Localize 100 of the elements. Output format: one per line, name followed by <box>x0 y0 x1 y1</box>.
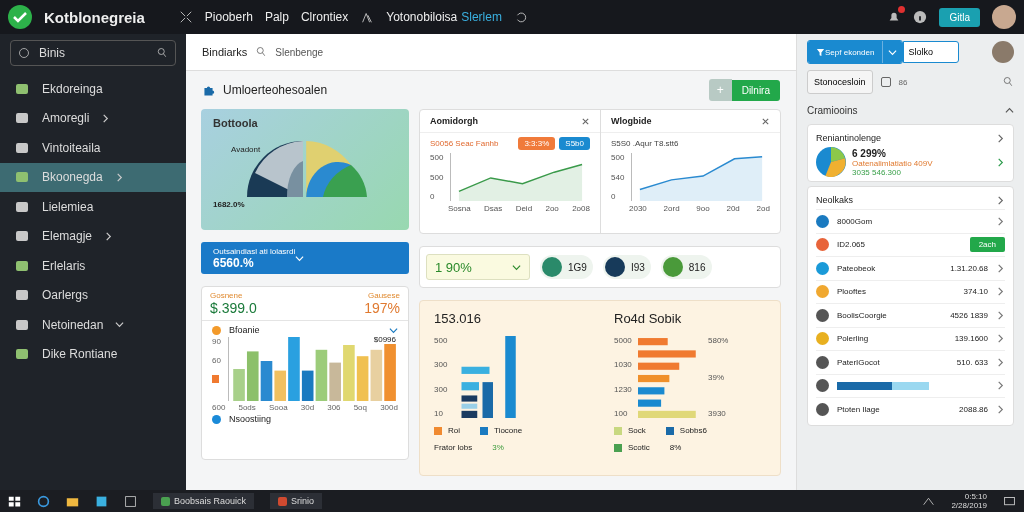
legend-label: Scotic <box>628 443 650 452</box>
value-dropdown[interactable]: 1 90% <box>426 254 530 280</box>
sidebar-item[interactable]: Lielemiea <box>0 192 186 222</box>
card-value: 153.016 <box>434 311 482 326</box>
axis-label: 60 <box>212 356 222 365</box>
axis-label: 5000 <box>614 336 633 345</box>
chevron-icon[interactable] <box>996 133 1005 143</box>
stat-label: Gosnene <box>210 291 244 300</box>
sidebar-item[interactable]: Bkoonegda <box>0 162 186 192</box>
puzzle-icon <box>202 83 215 97</box>
section-header[interactable]: Cramiooins <box>807 100 1014 120</box>
stat-label: Gausese <box>367 291 400 300</box>
footer-value: 3% <box>492 443 504 452</box>
taskbar-app[interactable]: Srinio <box>270 493 323 509</box>
axis-label: Deid <box>515 204 533 213</box>
list-row[interactable]: Plooftes 374.10 <box>816 279 1005 303</box>
list-row[interactable]: PaterIGocot 510. 633 <box>816 350 1005 374</box>
card-title: Wlogbide <box>611 116 652 126</box>
stat-chip[interactable]: 1G9 <box>540 255 593 279</box>
axis-label: 500 <box>430 153 445 162</box>
search-icon[interactable] <box>156 47 168 59</box>
avatar-icon[interactable] <box>992 41 1014 63</box>
axis-label: 2o08 <box>572 204 590 213</box>
expand-icon[interactable] <box>178 10 193 24</box>
axis-label: 540 <box>611 172 626 182</box>
list-row[interactable]: Polerling 139.1600 <box>816 326 1005 350</box>
axis-label: Sooa <box>268 403 288 412</box>
user-link[interactable]: Slerlem <box>461 10 502 24</box>
legend-label: Sock <box>628 426 646 435</box>
search-field[interactable]: Binis <box>10 40 176 66</box>
stat-chip[interactable]: 816 <box>660 255 712 279</box>
close-icon[interactable] <box>581 116 590 126</box>
tab[interactable]: Stonocesloin <box>807 70 873 94</box>
avatar-icon[interactable] <box>992 5 1016 29</box>
breadcrumb[interactable]: Bindiarks <box>202 46 248 58</box>
chevron-icon <box>996 263 1005 273</box>
value-label: 3930 <box>708 409 727 418</box>
chevron-icon[interactable] <box>996 195 1005 205</box>
clock[interactable]: 0:5:10 2/28/2019 <box>951 492 987 510</box>
axis-label: 300 <box>434 360 449 370</box>
notification-icon[interactable] <box>1003 494 1016 508</box>
checkbox-label: 86 <box>898 77 908 87</box>
legend-square <box>614 443 622 452</box>
sidebar-item[interactable]: Elemagje <box>0 221 186 251</box>
axis-label: 5ods <box>238 403 256 412</box>
legend-dot <box>212 414 221 424</box>
chevron-icon <box>1005 105 1014 115</box>
chevron-icon[interactable] <box>996 157 1005 167</box>
chart-subtitle: S0056 Seac Fanhb <box>430 138 499 148</box>
window-icon[interactable] <box>95 494 108 508</box>
axis-label: 1030 <box>614 360 633 370</box>
windows-start-icon[interactable] <box>8 494 21 508</box>
chart-note: $0996 <box>373 335 396 344</box>
axis-label: 10 <box>434 409 444 418</box>
sidebar-item[interactable]: Amoregli <box>0 103 186 133</box>
user-text: Yotonobiloisa <box>386 10 458 24</box>
summary-dropdown[interactable]: Outsaindiasl ati lolasrdi 6560.% <box>201 242 409 274</box>
chevron-icon[interactable] <box>888 47 898 57</box>
text-input[interactable]: Slolko <box>903 41 960 63</box>
sidebar-item[interactable]: Erlelaris <box>0 251 186 281</box>
list-row[interactable]: ID2.065 2ach <box>816 232 1005 256</box>
list-row[interactable]: Ptoten Ilage 2088.86 <box>816 397 1005 421</box>
info-icon[interactable] <box>913 10 928 24</box>
sidebar-item[interactable]: Ekdoreinga <box>0 74 186 104</box>
filter-icon <box>816 47 825 57</box>
list-row[interactable]: 8000Gom <box>816 209 1005 233</box>
browser-icon[interactable] <box>37 494 50 508</box>
list-row[interactable]: BoolisCoorgie 4526 1839 <box>816 303 1005 327</box>
search-text[interactable]: Slenbenge <box>275 46 324 58</box>
card-title: Aomidorgh <box>430 116 478 126</box>
nav-link[interactable]: Piooberh <box>204 10 253 24</box>
axis-label: Dsas <box>484 204 503 213</box>
filter-badge[interactable]: S5b0 <box>559 136 590 150</box>
chevron-icon[interactable] <box>389 325 398 335</box>
chart-title: Ro4d Sobik <box>614 311 683 326</box>
taskbar-app[interactable]: Boobsais Raouick <box>153 493 255 509</box>
split-button[interactable]: Sepf ekonden <box>807 40 904 64</box>
nav-link[interactable]: Clrontiex <box>300 10 349 24</box>
sidebar-item[interactable]: Dike Rontiane <box>0 339 186 369</box>
search-icon[interactable] <box>1002 76 1014 88</box>
sidebar-item[interactable]: Netoinedan <box>0 310 186 340</box>
chevron-icon <box>996 310 1005 320</box>
chevron-icon <box>996 287 1005 297</box>
axis-label: 90 <box>212 337 222 346</box>
list-row[interactable]: Pateobeok 1.31.20.68 <box>816 256 1005 280</box>
sidebar-item[interactable]: Vintoiteaila <box>0 133 186 163</box>
close-icon[interactable] <box>761 116 770 126</box>
checkbox[interactable] <box>880 77 891 87</box>
stat-chip[interactable]: I93 <box>602 255 651 279</box>
axis-label: 600 <box>212 403 226 412</box>
chart-subtitle: S5S0 .Aqur T8.stt6 <box>611 138 679 148</box>
legend-dot <box>212 325 221 335</box>
value-label: 39% <box>708 372 725 382</box>
chevron-icon <box>996 381 1005 391</box>
legend-square <box>614 426 622 435</box>
axis-label: Sosna <box>448 204 471 213</box>
summary-note: Oatenalimlatiatio 409V <box>852 158 933 168</box>
sidebar-item[interactable]: Oarlergs <box>0 280 186 310</box>
nav-link[interactable]: Palp <box>264 10 289 24</box>
stat-value: $.399.0 <box>210 300 257 316</box>
